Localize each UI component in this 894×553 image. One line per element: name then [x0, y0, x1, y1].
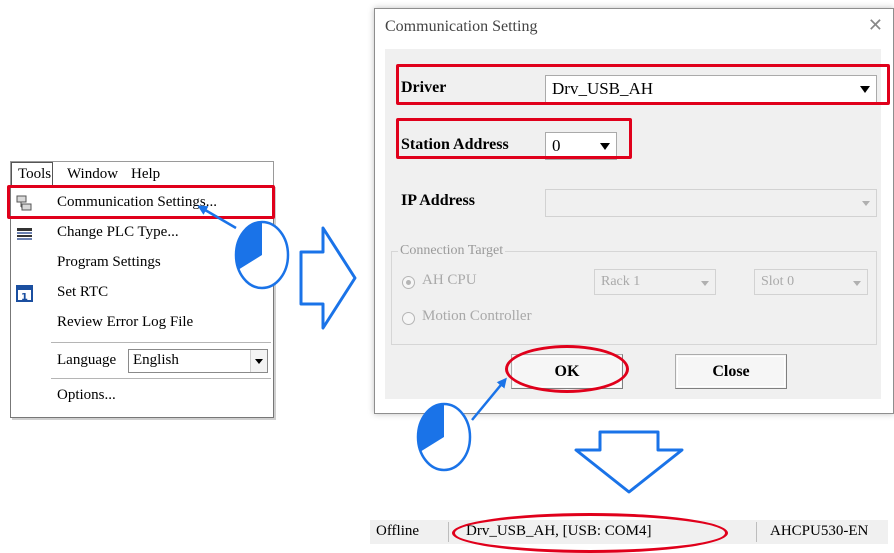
annotation-overlay: [197, 205, 684, 494]
click-circle-icon: [234, 220, 290, 290]
flow-arrow-right-icon: [299, 226, 357, 330]
click-circle-icon: [416, 402, 472, 472]
pointer-arrow-icon: [471, 377, 507, 421]
pointer-arrow-icon: [197, 205, 237, 230]
flow-arrow-down-icon: [574, 430, 684, 494]
